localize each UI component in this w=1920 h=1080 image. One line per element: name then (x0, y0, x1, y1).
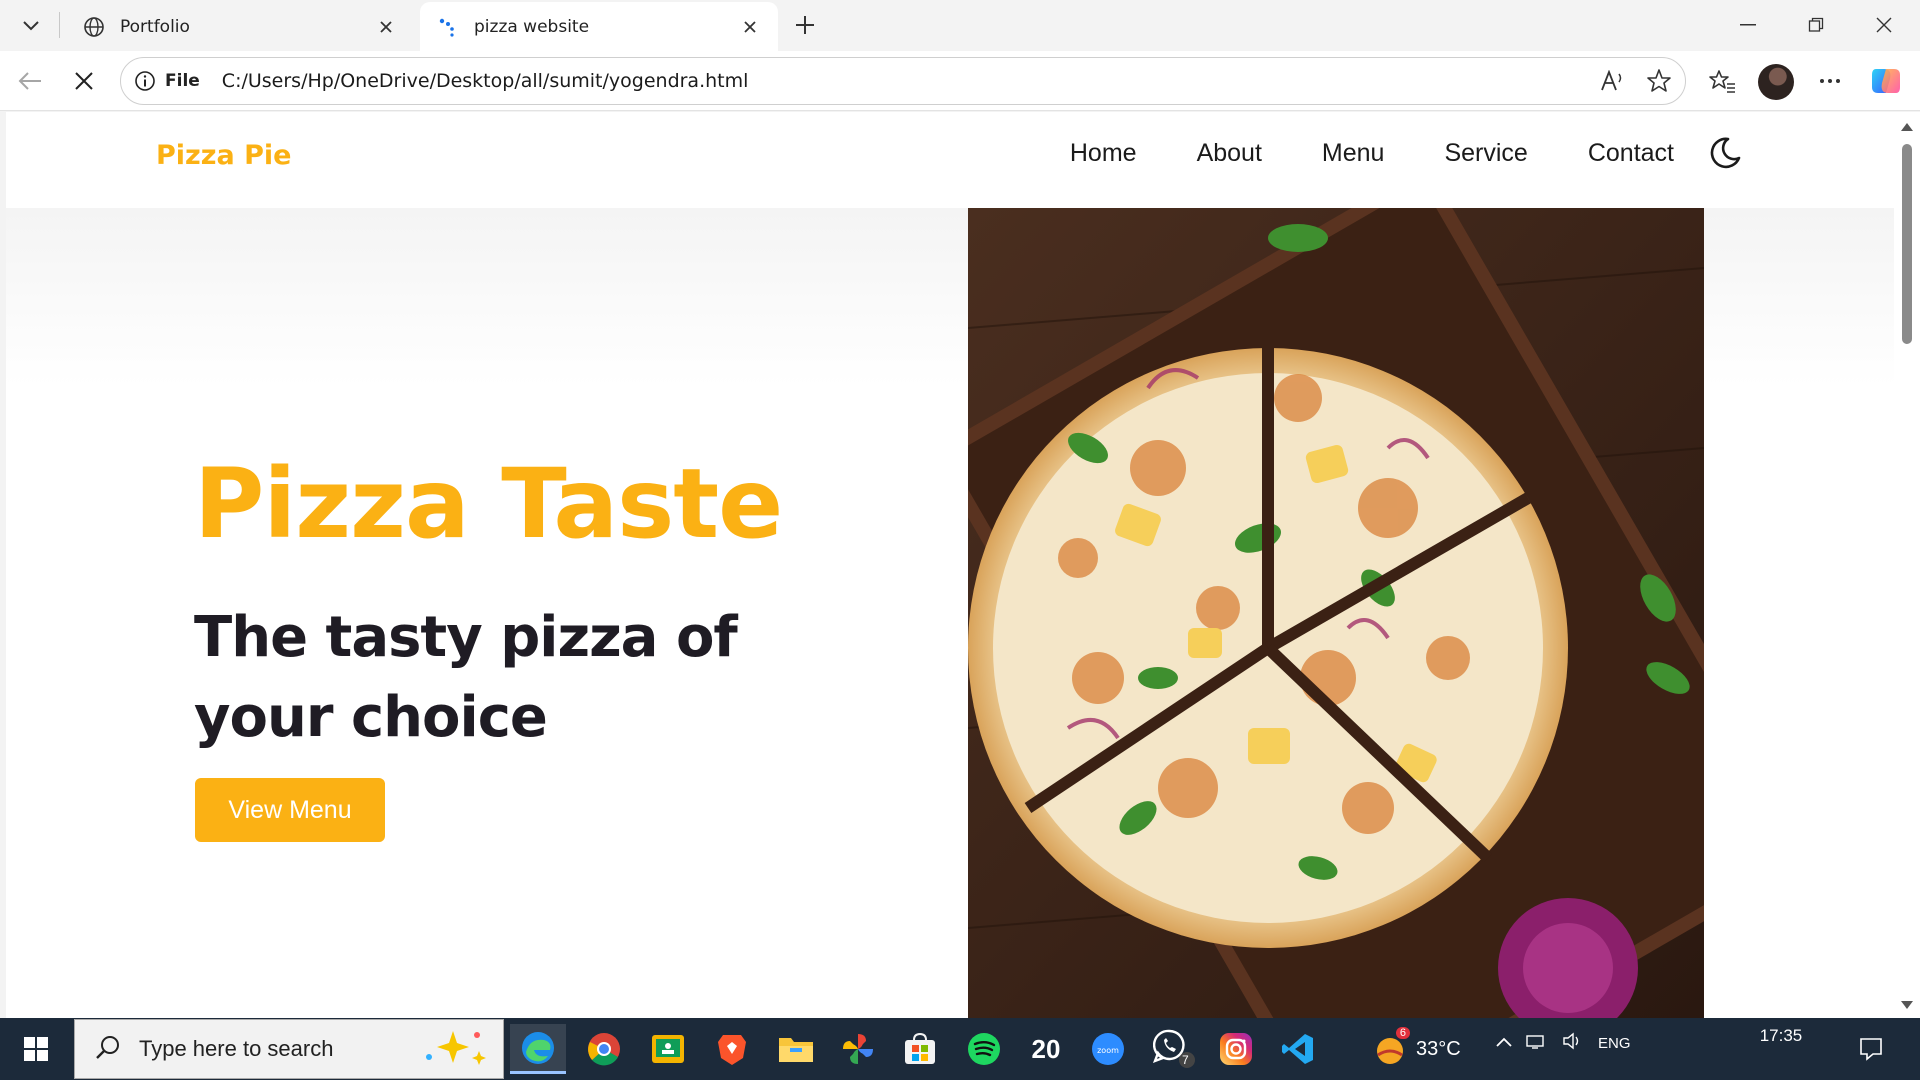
volume-icon[interactable] (1562, 1032, 1584, 1054)
vscode-app-icon[interactable] (1270, 1024, 1326, 1074)
whatsapp-badge: 7 (1182, 1053, 1189, 1067)
brave-app-icon[interactable] (704, 1024, 760, 1074)
site-header: Pizza Pie Home About Menu Service Contac… (6, 112, 1894, 208)
whatsapp-app-icon[interactable]: 7 (1146, 1024, 1202, 1074)
search-placeholder: Type here to search (139, 1036, 334, 1061)
close-tab-icon[interactable] (374, 15, 398, 39)
windows-taskbar: Type here to search 20 zoom 7 6 33°C ENG… (0, 1018, 1920, 1080)
favorites-icon[interactable] (1704, 63, 1740, 99)
main-nav: Home About Menu Service Contact (1010, 134, 1744, 172)
browser-tab-bar: Portfolio pizza website (0, 0, 1920, 51)
close-tab-icon[interactable] (738, 15, 762, 39)
system-tray: ENG (1496, 1032, 1631, 1054)
profile-avatar[interactable] (1758, 64, 1794, 100)
hero-title: Pizza Taste (194, 448, 783, 560)
edge-app-icon[interactable] (510, 1024, 566, 1074)
page-viewport: Pizza Pie Home About Menu Service Contac… (6, 112, 1894, 1018)
restore-icon[interactable] (1788, 6, 1844, 44)
spotify-app-icon[interactable] (956, 1024, 1012, 1074)
nav-service[interactable]: Service (1444, 139, 1527, 168)
weather-badge: 6 (1395, 1027, 1410, 1039)
view-menu-button[interactable]: View Menu (195, 778, 385, 842)
more-options-icon[interactable] (1812, 63, 1848, 99)
svg-text:zoom: zoom (1097, 1046, 1119, 1055)
stop-loading-icon[interactable] (66, 63, 102, 99)
back-arrow-icon[interactable] (12, 63, 48, 99)
read-aloud-icon[interactable] (1593, 61, 1633, 101)
scroll-thumb[interactable] (1902, 144, 1912, 344)
scroll-down-arrow-icon[interactable] (1900, 998, 1914, 1012)
photos-app-icon[interactable] (830, 1024, 886, 1074)
dark-mode-moon-icon[interactable] (1706, 134, 1744, 172)
clock-time: 17:35 (1759, 1026, 1803, 1045)
site-logo[interactable]: Pizza Pie (156, 140, 291, 171)
chrome-app-icon[interactable] (576, 1024, 632, 1074)
calendar-day-label: 20 (1031, 1033, 1061, 1064)
nav-about[interactable]: About (1197, 139, 1262, 168)
search-icon (95, 1034, 121, 1064)
nav-contact[interactable]: Contact (1588, 139, 1674, 168)
tab-title: pizza website (474, 16, 590, 37)
scroll-up-arrow-icon[interactable] (1900, 120, 1914, 134)
taskbar-clock[interactable]: 17:35 (1746, 1026, 1816, 1046)
copilot-icon[interactable] (1868, 63, 1904, 99)
tab-pizza-website[interactable]: pizza website (420, 2, 778, 51)
url-scheme-label: File (165, 71, 200, 91)
tab-actions-chevron-icon[interactable] (14, 12, 48, 40)
file-explorer-app-icon[interactable] (768, 1024, 824, 1074)
browser-toolbar: File C:/Users/Hp/OneDrive/Desktop/all/su… (0, 51, 1920, 111)
hero-subtitle: The tasty pizza of your choice (194, 605, 738, 750)
nav-menu[interactable]: Menu (1322, 139, 1385, 168)
language-indicator[interactable]: ENG (1598, 1035, 1631, 1052)
weather-temperature: 33°C (1416, 1037, 1461, 1060)
close-window-icon[interactable] (1856, 6, 1912, 44)
info-icon[interactable] (133, 69, 157, 93)
globe-icon (82, 15, 106, 39)
favorite-star-icon[interactable] (1639, 61, 1679, 101)
pizza-hero-image (968, 208, 1704, 1018)
notifications-icon[interactable] (1856, 1034, 1886, 1064)
instagram-app-icon[interactable] (1208, 1024, 1264, 1074)
loading-icon (436, 15, 460, 39)
network-icon[interactable] (1526, 1033, 1548, 1053)
classroom-app-icon[interactable] (640, 1024, 696, 1074)
windows-start-icon[interactable] (10, 1026, 62, 1072)
nav-home[interactable]: Home (1070, 139, 1137, 168)
taskbar-search[interactable]: Type here to search (74, 1019, 504, 1079)
microsoft-store-app-icon[interactable] (892, 1024, 948, 1074)
weather-widget[interactable]: 6 33°C (1372, 1027, 1461, 1070)
tab-separator (59, 12, 60, 38)
weather-sun-icon: 6 (1372, 1027, 1410, 1067)
url-text[interactable]: C:/Users/Hp/OneDrive/Desktop/all/sumit/y… (222, 70, 1593, 92)
address-bar[interactable]: File C:/Users/Hp/OneDrive/Desktop/all/su… (120, 57, 1686, 105)
minimize-icon[interactable] (1720, 6, 1776, 44)
new-tab-plus-icon[interactable] (788, 10, 822, 40)
sparkle-icon (419, 1027, 489, 1071)
tab-title: Portfolio (120, 16, 190, 37)
calendar-app-icon[interactable]: 20 (1018, 1024, 1074, 1074)
zoom-app-icon[interactable]: zoom (1080, 1024, 1136, 1074)
tray-expand-chevron-icon[interactable] (1496, 1035, 1512, 1051)
page-scrollbar[interactable] (1894, 112, 1920, 1018)
tab-portfolio[interactable]: Portfolio (66, 2, 414, 51)
